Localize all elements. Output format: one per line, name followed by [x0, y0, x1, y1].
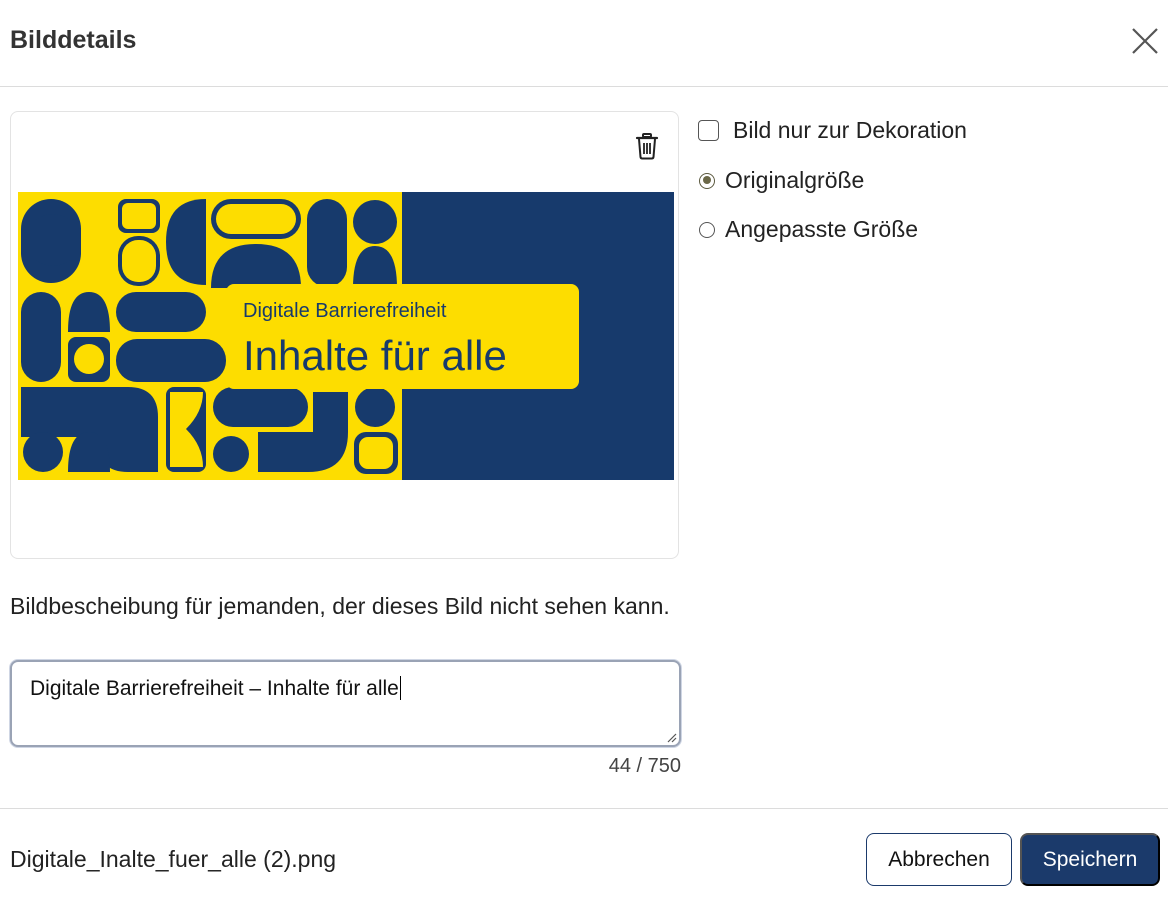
custom-size-radio[interactable] [699, 221, 715, 238]
resize-handle-icon[interactable] [667, 733, 677, 743]
custom-size-label: Angepasste Größe [725, 216, 919, 242]
decorative-option[interactable]: Bild nur zur Dekoration [698, 117, 967, 144]
original-size-label: Originalgröße [725, 167, 865, 193]
trash-icon [635, 133, 659, 160]
image-headline-text: Inhalte für alle [243, 332, 507, 379]
dialog-title: Bilddetails [10, 26, 137, 54]
image-preview: Digitale Barrierefreiheit Inhalte für al… [18, 192, 674, 480]
size-option-original[interactable]: Originalgröße [699, 167, 864, 194]
close-button[interactable] [1128, 24, 1162, 58]
decorative-checkbox[interactable] [698, 120, 719, 141]
file-name: Digitale_Inalte_fuer_alle (2).png [10, 846, 337, 872]
original-size-radio[interactable] [699, 172, 715, 189]
size-option-custom[interactable]: Angepasste Größe [699, 216, 918, 243]
dialog-header: Bilddetails [0, 0, 1168, 87]
description-label: Bildbescheibung für jemanden, der dieses… [10, 593, 670, 619]
close-icon [1132, 28, 1158, 54]
text-caret [399, 676, 402, 700]
delete-image-button[interactable] [634, 132, 660, 160]
decorative-label: Bild nur zur Dekoration [733, 117, 967, 143]
description-text: Digitale Barrierefreiheit – Inhalte für … [30, 677, 399, 700]
image-subtitle-text: Digitale Barrierefreiheit [243, 300, 447, 322]
cancel-button[interactable]: Abbrechen [866, 833, 1012, 886]
image-preview-card: Digitale Barrierefreiheit Inhalte für al… [10, 111, 679, 559]
description-textarea[interactable]: Digitale Barrierefreiheit – Inhalte für … [10, 660, 681, 747]
footer-divider [0, 808, 1168, 809]
save-button[interactable]: Speichern [1020, 833, 1160, 886]
character-counter: 44 / 750 [608, 755, 681, 777]
